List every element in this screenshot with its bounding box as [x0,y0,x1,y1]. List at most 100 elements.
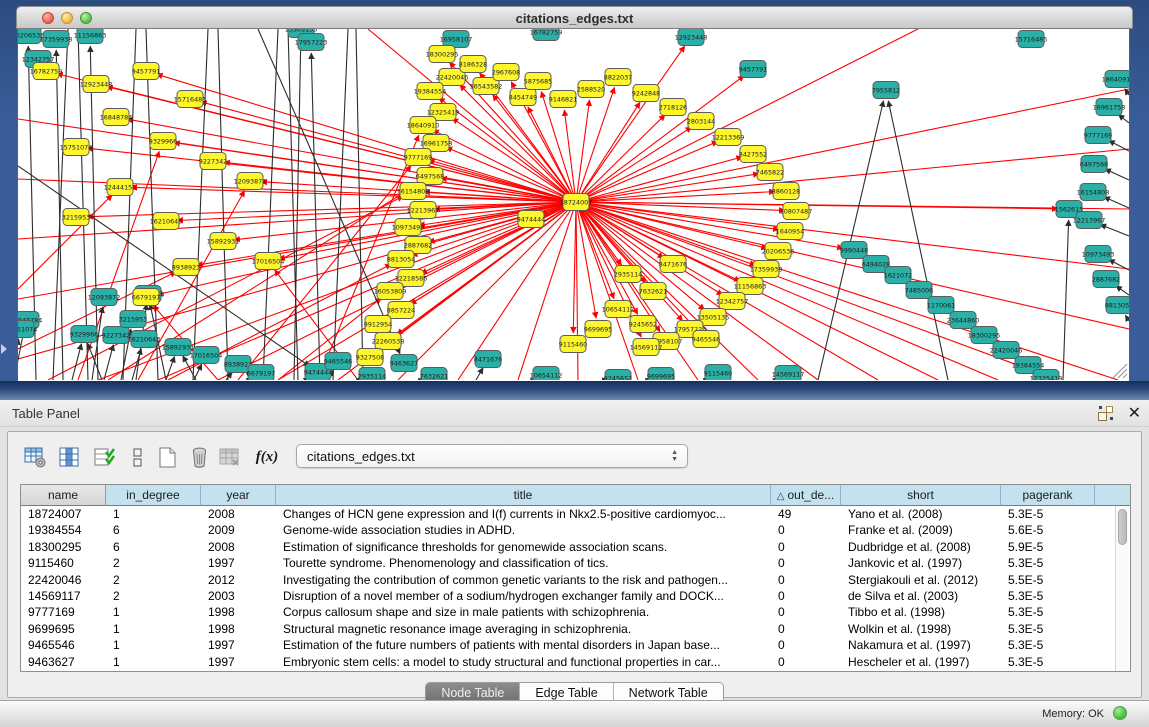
graph-node[interactable]: 12213967 [1073,212,1106,229]
graph-node[interactable]: 18300295 [426,46,459,63]
graph-node[interactable]: 9777169 [404,149,432,166]
column-header-year[interactable]: year [201,485,276,506]
graph-node[interactable]: 3215953 [62,209,90,226]
graph-node[interactable]: 15716485 [1015,31,1048,48]
scrollbar-thumb[interactable] [1118,509,1127,545]
graph-node[interactable]: 15751074 [60,139,93,156]
graph-node[interactable]: 6497568 [416,168,444,185]
graph-node[interactable]: 1640954 [776,223,804,240]
graph-node[interactable]: 9465546 [324,353,352,370]
graph-node[interactable]: 2887682 [1092,271,1120,288]
graph-node[interactable]: 8813054 [1105,297,1129,314]
graph-node[interactable]: 9329966 [70,326,98,343]
graph-node[interactable]: 12213967 [407,202,440,219]
table-row[interactable]: 911546021997Tourette syndrome. Phenomeno… [21,555,1115,571]
graph-node[interactable]: 10973493 [392,219,425,236]
graph-node[interactable]: 2718126 [659,99,687,116]
graph-node[interactable]: 17359938 [40,31,73,48]
graph-node[interactable]: 8186328 [459,56,487,73]
graph-node[interactable]: 8860128 [772,183,800,200]
graph-node[interactable]: 12093872 [234,173,267,190]
graph-node[interactable]: 8938923 [172,259,200,276]
graph-node[interactable]: 9777169 [1084,127,1112,144]
column-header-in_degree[interactable]: in_degree [106,485,201,506]
memory-ok-indicator[interactable] [1113,706,1127,720]
graph-node[interactable]: 12444150 [104,179,137,196]
graph-node[interactable]: 9457791 [132,63,160,80]
graph-node[interactable]: 16210643 [150,213,183,230]
graph-node[interactable]: 9245652 [604,370,632,381]
table-row[interactable]: 977716911998Corpus callosum shape and si… [21,604,1115,620]
graph-node[interactable]: 9699695 [647,368,675,381]
graph-node[interactable]: 12923448 [80,76,113,93]
graph-node[interactable]: 19384554 [414,83,447,100]
column-header-name[interactable]: name [21,485,106,506]
graph-node[interactable]: 9465546 [692,331,720,348]
table-row[interactable]: 1938455462009Genome-wide association stu… [21,522,1115,538]
graph-node[interactable]: 16958107 [440,31,473,48]
graph-node[interactable]: 9990448 [840,242,868,259]
graph-node[interactable]: 9463627 [390,355,418,372]
column-header-out_de[interactable]: △out_de... [771,485,841,506]
table-scrollbar[interactable] [1115,506,1129,671]
column-header-title[interactable]: title [276,485,771,506]
graph-node[interactable]: 6679197 [132,289,160,306]
close-panel-icon[interactable]: ✕ [1128,403,1141,423]
table-import-checks-icon[interactable] [92,444,118,470]
graph-node[interactable]: 16053809 [374,283,407,300]
new-column-icon[interactable] [154,444,180,470]
graph-node[interactable]: 9699695 [584,321,612,338]
graph-node[interactable]: 1170061 [927,297,955,314]
graph-node[interactable]: 7485006 [905,282,933,299]
graph-node[interactable]: 16848784 [100,109,133,126]
column-header-pagerank[interactable]: pagerank [1001,485,1095,506]
graph-node[interactable]: 9242848 [632,85,660,102]
table-row[interactable]: 946362711997Embryonic stem cells: a mode… [21,654,1115,670]
graph-node[interactable]: 8813054 [387,251,415,268]
graph-node[interactable]: 2588520 [577,81,605,98]
graph-node[interactable]: 10973493 [1082,246,1115,263]
graph-node[interactable]: 22420046 [990,342,1023,359]
graph-node[interactable]: 11156863 [734,278,767,295]
graph-node[interactable]: 1621072 [884,267,912,284]
graph-node[interactable]: 16210643 [128,331,161,348]
table-column-icon[interactable] [56,444,82,470]
graph-node[interactable]: 9245652 [629,316,657,333]
network-canvas[interactable]: 2020653617359938111568631234275713505135… [17,29,1130,382]
column-header-short[interactable]: short [841,485,1001,506]
graph-node[interactable]: 12325419 [1030,370,1063,381]
graph-node[interactable]: 2967608 [492,64,520,81]
graph-node[interactable]: 16154808 [397,183,430,200]
graph-node[interactable]: 15716485 [174,91,207,108]
network-table-selector[interactable]: citations_edges.txt ▲▼ [296,444,688,468]
graph-node[interactable]: 6497568 [1080,156,1108,173]
graph-node[interactable]: 23644860 [947,312,980,329]
graph-node[interactable]: 16961758 [1093,99,1126,116]
network-window-titlebar[interactable]: citations_edges.txt [16,6,1133,29]
graph-node[interactable]: 12342757 [716,293,749,310]
graph-node[interactable]: 3215953 [119,311,147,328]
graph-node[interactable]: 12093872 [88,289,121,306]
graph-node[interactable]: 11156863 [74,29,107,44]
graph-node[interactable]: 18640910 [1102,71,1129,88]
graph-node[interactable]: 12923448 [675,29,708,46]
citation-graph[interactable]: 2020653617359938111568631234275713505135… [18,29,1129,380]
graph-node[interactable]: 9329966 [149,133,177,150]
delete-table-icon[interactable] [216,444,242,470]
graph-node[interactable]: 9115460 [704,365,732,381]
graph-node[interactable]: 22260538 [372,333,405,350]
graph-node[interactable]: 18724007 [560,194,593,211]
graph-node[interactable]: 7955812 [872,82,900,99]
graph-node[interactable]: 12213369 [712,129,745,146]
table-row[interactable]: 1830029562008Estimation of significance … [21,539,1115,555]
graph-node[interactable]: 9327508 [356,349,384,366]
graph-node[interactable]: 10807487 [780,203,813,220]
graph-node[interactable]: 9474444 [517,211,545,228]
graph-node[interactable]: 2935114 [614,266,642,283]
rows-icon[interactable] [124,444,150,470]
graph-node[interactable]: 17359938 [750,261,783,278]
graph-node[interactable]: 16782759 [530,29,563,41]
table-settings-icon[interactable] [22,444,48,470]
table-row[interactable]: 969969511998Structural magnetic resonanc… [21,621,1115,637]
graph-node[interactable]: 7632621 [639,283,667,300]
